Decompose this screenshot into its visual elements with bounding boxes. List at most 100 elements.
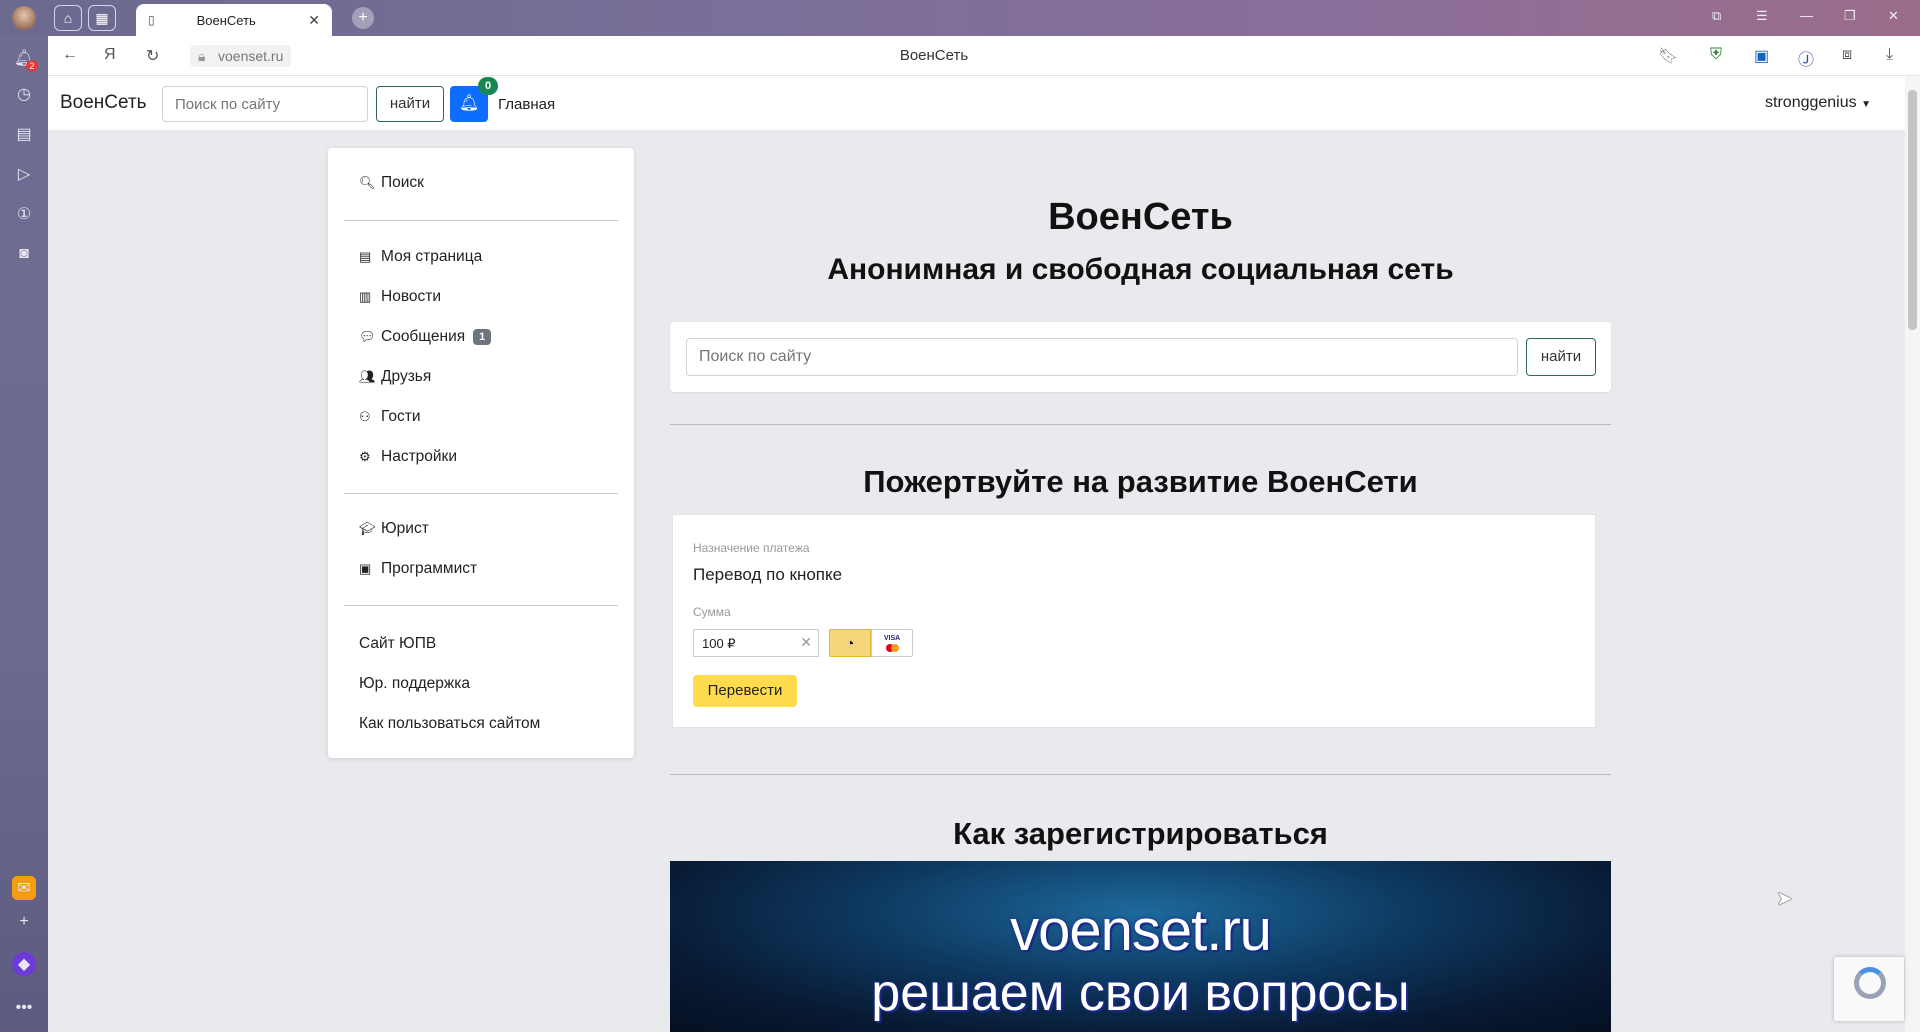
newspaper-icon: ▥ bbox=[359, 289, 372, 304]
mastercard-icon bbox=[872, 644, 912, 652]
sidebar-item-my-page[interactable]: ▤ Моя страница bbox=[359, 248, 482, 266]
payment-purpose-label: Назначение платежа bbox=[693, 541, 810, 555]
section-divider bbox=[670, 424, 1611, 425]
video-caption-line3: открываем свои страницы bbox=[670, 1016, 1611, 1032]
sidebar-item-settings[interactable]: ⚙ Настройки bbox=[359, 448, 457, 466]
sidebar-link-how-to-use[interactable]: Как пользоваться сайтом bbox=[359, 715, 540, 733]
extensions-icon[interactable]: ⧈ bbox=[1842, 46, 1852, 64]
sidebar-item-search[interactable]: 🔍︎ Поиск bbox=[359, 174, 424, 192]
id-card-icon: ▤ bbox=[359, 249, 372, 264]
menu-icon[interactable]: ☰ bbox=[1756, 8, 1768, 24]
registration-video[interactable]: voenset.ru решаем свои вопросы открываем… bbox=[670, 861, 1611, 1032]
add-panel-icon[interactable]: + bbox=[12, 910, 36, 934]
sidebar-menu: 🔍︎ Поиск ▤ Моя страница ▥ Новости 💬︎ Соо… bbox=[328, 148, 634, 758]
sidebar-item-lawyer[interactable]: 🎓︎ Юрист bbox=[359, 520, 429, 538]
news-feed-icon[interactable]: ▤ bbox=[12, 122, 36, 146]
caret-down-icon: ▼ bbox=[1861, 99, 1871, 110]
shield-extension-icon[interactable]: ⛨ bbox=[1710, 46, 1722, 64]
sidebar-item-label: Друзья bbox=[381, 368, 432, 385]
video-icon[interactable]: ▷ bbox=[12, 162, 36, 186]
video-caption-line2: решаем свои вопросы bbox=[871, 964, 1410, 1022]
sidebar-divider bbox=[344, 220, 618, 221]
tab-voenset[interactable]: ▯ ВоенСеть ✕ bbox=[136, 4, 332, 36]
sidebar-link-yupv[interactable]: Сайт ЮПВ bbox=[359, 635, 436, 653]
clear-icon[interactable]: ✕ bbox=[800, 634, 812, 651]
sidebar-item-guests[interactable]: ⚇ Гости bbox=[359, 408, 420, 426]
sidebar-divider bbox=[344, 605, 618, 606]
download-icon[interactable]: ⤓ bbox=[1886, 46, 1893, 64]
recaptcha-badge[interactable] bbox=[1834, 957, 1904, 1021]
yoomoney-wallet-option[interactable]: ◔ bbox=[829, 629, 871, 657]
tab-close-icon[interactable]: ✕ bbox=[308, 12, 320, 29]
browser-tab-bar: ⌂ ▦ ▯ ВоенСеть ✕ + ⧉ ☰ — ❐ ✕ bbox=[0, 0, 1920, 36]
history-icon[interactable]: ◷ bbox=[12, 82, 36, 106]
bank-card-option[interactable]: VISA bbox=[871, 629, 913, 657]
donation-widget: Назначение платежа Перевод по кнопке Сум… bbox=[672, 514, 1596, 728]
sidebar-item-programmer[interactable]: ▣ Программист bbox=[359, 560, 477, 578]
graduation-cap-icon: 🎓︎ bbox=[359, 521, 376, 536]
user-menu-dropdown[interactable]: stronggenius ▼ bbox=[1765, 94, 1871, 112]
visa-icon: VISA bbox=[883, 635, 901, 642]
main-title: ВоенСеть bbox=[1048, 196, 1233, 238]
profile-avatar[interactable] bbox=[12, 6, 36, 30]
navbar-search-button[interactable]: найти bbox=[376, 86, 444, 122]
register-heading: Как зарегистрироваться bbox=[953, 816, 1328, 851]
new-tab-button[interactable]: + bbox=[352, 7, 374, 29]
scrollbar-thumb[interactable] bbox=[1908, 90, 1917, 330]
page-title-center: ВоенСеть bbox=[899, 47, 969, 64]
address-bar: ← Я ↻ 🔒︎ voenset.ru ВоенСеть 🔖︎ ⛨ ▣ Ⓙ ⧈ … bbox=[48, 36, 1920, 76]
extension-icon[interactable]: ▣ bbox=[1754, 46, 1769, 66]
alice-icon[interactable]: ◆ bbox=[12, 952, 36, 976]
sidebar-item-friends[interactable]: 👥︎ Друзья bbox=[359, 368, 431, 386]
messages-count-badge: 1 bbox=[473, 329, 492, 345]
nav-home-link[interactable]: Главная bbox=[498, 96, 555, 113]
mail-app-icon[interactable]: ✉ bbox=[12, 876, 36, 900]
user-cog-icon: ⚙ bbox=[359, 449, 371, 464]
recaptcha-logo-icon bbox=[1854, 967, 1886, 999]
sidebar-item-messages[interactable]: 💬︎ Сообщения 1 bbox=[359, 328, 492, 346]
home-tab-icon[interactable]: ⌂ bbox=[54, 5, 82, 31]
username: stronggenius bbox=[1765, 94, 1857, 111]
tab-title: ВоенСеть bbox=[196, 12, 256, 28]
sidebar-item-label: Юрист bbox=[381, 520, 429, 537]
browser-side-rail: 🔔︎ 2 ◷ ▤ ▷ ① ◙ ✉ + ◆ ••• bbox=[0, 36, 48, 1032]
page-icon: ▯ bbox=[148, 13, 155, 27]
close-window-icon[interactable]: ✕ bbox=[1888, 8, 1899, 24]
section-divider bbox=[670, 774, 1611, 775]
amount-value: 100 ₽ bbox=[702, 636, 736, 651]
amount-input[interactable]: 100 ₽ ✕ bbox=[693, 629, 819, 657]
minimize-icon[interactable]: — bbox=[1800, 8, 1813, 23]
chip-icon: ▣ bbox=[359, 561, 372, 576]
tabs-menu-icon[interactable]: ⧉ bbox=[1712, 8, 1721, 24]
amount-label: Сумма bbox=[693, 605, 731, 619]
sidebar-item-label: Программист bbox=[381, 560, 478, 577]
sidebar-item-label: Настройки bbox=[381, 448, 458, 465]
site-brand[interactable]: ВоенСеть bbox=[60, 92, 147, 114]
page-scrollbar[interactable] bbox=[1905, 76, 1920, 1032]
sidebar-link-legal-support[interactable]: Юр. поддержка bbox=[359, 675, 470, 693]
main-search-button[interactable]: найти bbox=[1526, 338, 1596, 376]
mouse-cursor-icon: ➤ bbox=[1776, 888, 1793, 910]
extension-2-icon[interactable]: Ⓙ bbox=[1798, 46, 1814, 70]
users-icon: 👥︎ bbox=[359, 369, 376, 384]
bookmark-icon[interactable]: 🔖︎ bbox=[1658, 46, 1678, 66]
donate-heading: Пожертвуйте на развитие ВоенСети bbox=[863, 464, 1418, 499]
sidebar-item-label: Сообщения bbox=[381, 328, 466, 345]
restore-icon[interactable]: ❐ bbox=[1844, 8, 1856, 24]
sidebar-item-label: Новости bbox=[381, 288, 442, 305]
sidebar-item-news[interactable]: ▥ Новости bbox=[359, 288, 441, 306]
collections-tab-icon[interactable]: ▦ bbox=[88, 5, 116, 31]
navbar-search-input[interactable] bbox=[162, 86, 368, 122]
more-icon[interactable]: ••• bbox=[12, 996, 36, 1020]
screenshot-icon[interactable]: ◙ bbox=[12, 242, 36, 266]
sidebar-divider bbox=[344, 493, 618, 494]
sidebar-item-label: Поиск bbox=[381, 174, 424, 191]
main-search-card: найти bbox=[670, 322, 1611, 392]
main-subtitle: Анонимная и свободная социальная сеть bbox=[827, 253, 1454, 286]
bell-icon: 🔔︎ bbox=[458, 95, 480, 112]
counter-icon[interactable]: ① bbox=[12, 202, 36, 226]
transfer-button[interactable]: Перевести bbox=[693, 675, 797, 707]
chat-icon: 💬︎ bbox=[359, 329, 376, 344]
main-search-input[interactable] bbox=[686, 338, 1518, 376]
wallet-icon: ◔ bbox=[845, 635, 855, 651]
